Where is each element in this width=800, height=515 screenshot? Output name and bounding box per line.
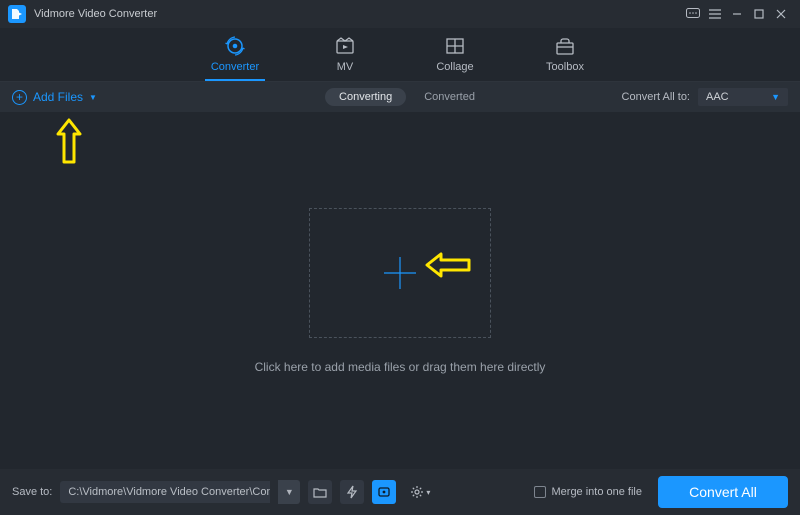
- bottom-bar: Save to: C:\Vidmore\Vidmore Video Conver…: [0, 469, 800, 515]
- tab-mv[interactable]: MV: [315, 36, 375, 81]
- tab-mv-label: MV: [337, 61, 354, 73]
- convert-all-to-label: Convert All to:: [622, 91, 690, 103]
- chevron-down-icon: ▾: [426, 488, 430, 497]
- tab-converter[interactable]: Converter: [205, 36, 265, 81]
- tab-converter-label: Converter: [211, 61, 259, 73]
- menu-icon[interactable]: [704, 3, 726, 25]
- maximize-button[interactable]: [748, 3, 770, 25]
- conversion-state-tabs: Converting Converted: [325, 88, 475, 106]
- secondary-bar: + Add Files ▼ Converting Converted Conve…: [0, 82, 800, 112]
- feedback-icon[interactable]: [682, 3, 704, 25]
- converter-icon: [224, 36, 246, 56]
- main-tabs: Converter MV Collage Toolbox: [0, 28, 800, 82]
- tab-collage-label: Collage: [436, 61, 473, 73]
- checkbox-box-icon: [534, 486, 546, 498]
- mv-icon: [334, 36, 356, 56]
- minimize-button[interactable]: [726, 3, 748, 25]
- open-folder-button[interactable]: [308, 480, 332, 504]
- collage-icon: [444, 36, 466, 56]
- tab-toolbox-label: Toolbox: [546, 61, 584, 73]
- chevron-down-icon: ▼: [771, 92, 780, 102]
- converting-tab[interactable]: Converting: [325, 88, 406, 106]
- title-bar: Vidmore Video Converter: [0, 0, 800, 28]
- tab-toolbox[interactable]: Toolbox: [535, 36, 595, 81]
- output-format-value: AAC: [706, 91, 729, 103]
- merge-checkbox[interactable]: Merge into one file: [534, 486, 643, 498]
- gpu-accel-toggle[interactable]: [372, 480, 396, 504]
- big-plus-icon: [378, 251, 422, 295]
- save-to-label: Save to:: [12, 486, 52, 498]
- chevron-down-icon: ▼: [89, 93, 97, 102]
- save-path-dropdown[interactable]: ▼: [278, 480, 300, 504]
- convert-all-button[interactable]: Convert All: [658, 476, 788, 508]
- toolbox-icon: [554, 36, 576, 56]
- tab-collage[interactable]: Collage: [425, 36, 485, 81]
- close-button[interactable]: [770, 3, 792, 25]
- app-logo-icon: [8, 5, 26, 23]
- save-path-field[interactable]: C:\Vidmore\Vidmore Video Converter\Conve…: [60, 481, 270, 503]
- settings-button[interactable]: ▾: [404, 480, 436, 504]
- app-title: Vidmore Video Converter: [34, 8, 157, 20]
- merge-label: Merge into one file: [552, 486, 643, 498]
- drop-instructions: Click here to add media files or drag th…: [255, 360, 546, 374]
- output-format-select[interactable]: AAC ▼: [698, 88, 788, 106]
- plus-circle-icon: +: [12, 90, 27, 105]
- converted-tab[interactable]: Converted: [424, 91, 475, 103]
- gear-icon: [410, 485, 424, 499]
- drop-zone[interactable]: [309, 208, 491, 338]
- workspace: Click here to add media files or drag th…: [0, 112, 800, 469]
- high-speed-toggle[interactable]: [340, 480, 364, 504]
- add-files-label: Add Files: [33, 90, 83, 104]
- add-files-button[interactable]: + Add Files ▼: [12, 90, 97, 105]
